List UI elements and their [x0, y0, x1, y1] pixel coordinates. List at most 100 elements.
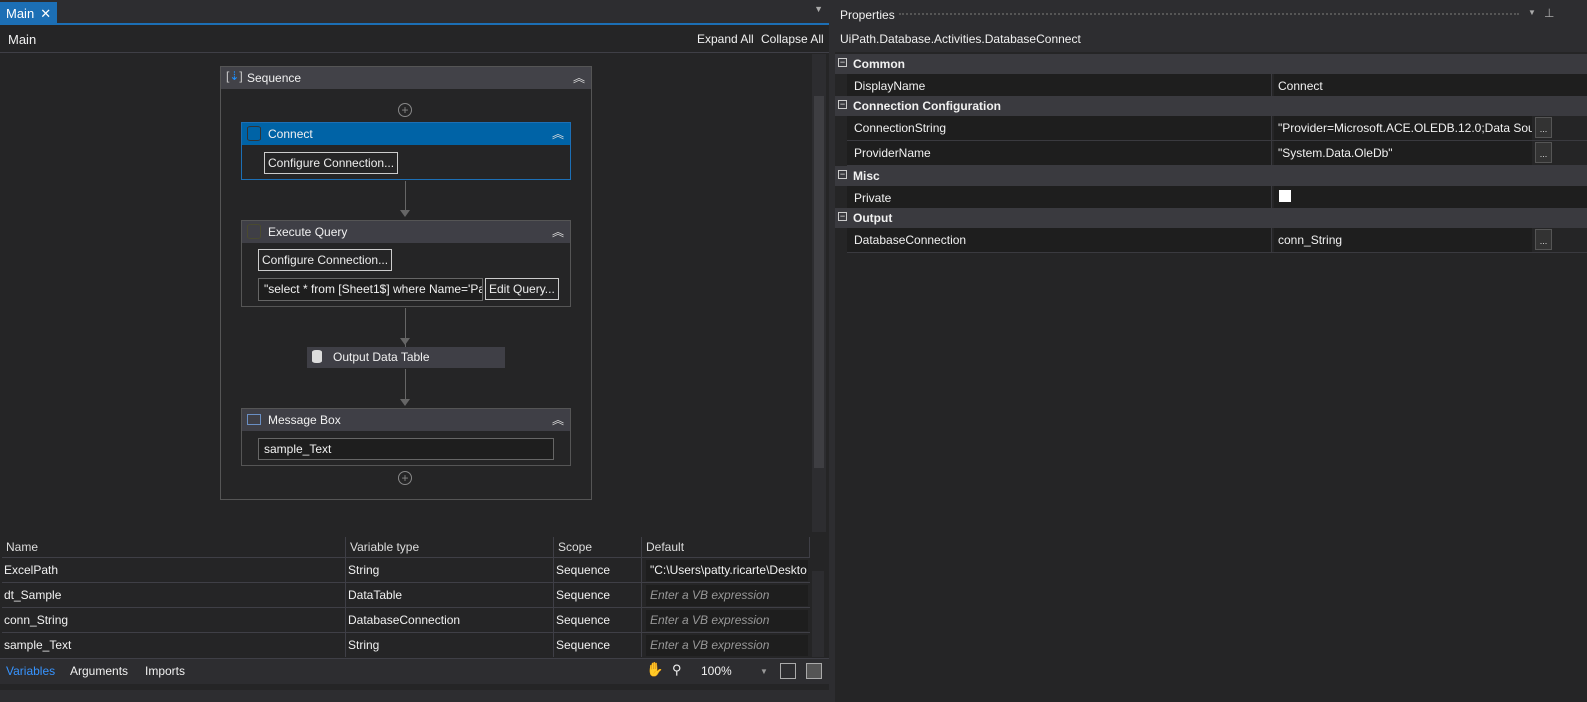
- variable-name[interactable]: dt_Sample: [2, 583, 346, 607]
- message-box-activity[interactable]: Message Box ︽ sample_Text: [241, 408, 571, 466]
- scrollbar-thumb[interactable]: [814, 96, 824, 468]
- connection-string-input[interactable]: "Provider=Microsoft.ACE.OLEDB.12.0;Data …: [1274, 116, 1532, 140]
- property-name: ProviderName: [847, 141, 1272, 165]
- panel-dropdown-icon[interactable]: ▼: [1528, 8, 1536, 17]
- tab-variables[interactable]: Variables: [6, 664, 55, 678]
- variable-name[interactable]: ExcelPath: [2, 558, 346, 582]
- variable-scope[interactable]: Sequence: [554, 608, 642, 632]
- collapse-icon[interactable]: −: [838, 100, 847, 109]
- property-row[interactable]: DatabaseConnection conn_String ...: [847, 228, 1587, 253]
- property-name: DisplayName: [847, 74, 1272, 96]
- variable-scope[interactable]: Sequence: [554, 558, 642, 582]
- category-output[interactable]: − Output: [835, 208, 1587, 228]
- tab-label: Main: [6, 6, 35, 21]
- flow-arrow: [400, 210, 410, 217]
- collapse-icon[interactable]: −: [838, 212, 847, 221]
- fit-to-screen-icon[interactable]: [780, 663, 796, 679]
- zoom-dropdown-icon[interactable]: ▼: [760, 667, 768, 676]
- column-header-type[interactable]: Variable type: [346, 537, 554, 557]
- pin-icon[interactable]: ⊥: [1544, 6, 1554, 20]
- grid-scrollbar[interactable]: [812, 571, 824, 657]
- properties-panel: Properties ▼ ⊥ UiPath.Database.Activitie…: [835, 0, 1587, 702]
- sequence-title: Sequence: [247, 71, 302, 85]
- collapse-icon[interactable]: −: [838, 170, 847, 179]
- connect-title: Connect: [268, 127, 313, 141]
- property-row[interactable]: Private: [847, 186, 1587, 209]
- variable-scope[interactable]: Sequence: [554, 583, 642, 607]
- drag-grip[interactable]: [899, 13, 1519, 15]
- collapse-chevron-icon[interactable]: ︽: [552, 223, 564, 240]
- database-icon: [247, 126, 261, 141]
- column-header-default[interactable]: Default: [642, 537, 810, 557]
- collapse-chevron-icon[interactable]: ︽: [573, 69, 585, 86]
- tab-arguments[interactable]: Arguments: [70, 664, 128, 678]
- variable-type[interactable]: DatabaseConnection: [346, 608, 554, 632]
- database-connection-input[interactable]: conn_String: [1274, 228, 1532, 252]
- connect-activity[interactable]: Connect ︽ Configure Connection...: [241, 122, 571, 180]
- overview-icon[interactable]: [806, 663, 822, 679]
- breadcrumb[interactable]: Main: [8, 32, 36, 47]
- variable-default-input[interactable]: "C:\Users\patty.ricarte\Deskto: [646, 560, 808, 581]
- display-name-input[interactable]: Connect: [1274, 74, 1587, 96]
- variable-default-input[interactable]: Enter a VB expression: [646, 585, 808, 606]
- table-row[interactable]: conn_String DatabaseConnection Sequence …: [2, 607, 810, 632]
- property-row[interactable]: ProviderName "System.Data.OleDb" ...: [847, 141, 1587, 166]
- property-row[interactable]: ConnectionString "Provider=Microsoft.ACE…: [847, 116, 1587, 141]
- provider-name-input[interactable]: "System.Data.OleDb": [1274, 141, 1532, 165]
- collapse-chevron-icon[interactable]: ︽: [552, 411, 564, 428]
- message-box-title: Message Box: [268, 413, 341, 427]
- variable-name[interactable]: conn_String: [2, 608, 346, 632]
- category-label: Output: [853, 211, 893, 225]
- variable-scope[interactable]: Sequence: [554, 633, 642, 657]
- zoom-level[interactable]: 100%: [701, 664, 732, 678]
- canvas-scrollbar[interactable]: [812, 54, 826, 532]
- table-row[interactable]: dt_Sample DataTable Sequence Enter a VB …: [2, 582, 810, 607]
- property-name: DatabaseConnection: [847, 228, 1272, 252]
- workflow-canvas[interactable]: [⇣] Sequence ︽ + Connect ︽ Configure Con…: [2, 54, 812, 532]
- properties-title-bar: Properties ▼ ⊥: [835, 0, 1587, 28]
- variable-default-input[interactable]: Enter a VB expression: [646, 635, 808, 656]
- tab-imports[interactable]: Imports: [145, 664, 185, 678]
- column-header-scope[interactable]: Scope: [554, 537, 642, 557]
- category-connection-configuration[interactable]: − Connection Configuration: [835, 96, 1587, 116]
- property-row[interactable]: DisplayName Connect: [847, 74, 1587, 97]
- variable-default-input[interactable]: Enter a VB expression: [646, 610, 808, 631]
- collapse-icon[interactable]: −: [838, 58, 847, 67]
- configure-connection-button[interactable]: Configure Connection...: [264, 152, 399, 174]
- activity-type: UiPath.Database.Activities.DatabaseConne…: [835, 28, 1587, 52]
- private-checkbox[interactable]: [1279, 190, 1291, 202]
- close-icon[interactable]: ✕: [40, 6, 51, 21]
- variable-type[interactable]: DataTable: [346, 583, 554, 607]
- category-misc[interactable]: − Misc: [835, 166, 1587, 186]
- edit-query-button[interactable]: Edit Query...: [485, 278, 559, 300]
- table-row[interactable]: ExcelPath String Sequence "C:\Users\patt…: [2, 557, 810, 582]
- output-data-table-activity[interactable]: Output Data Table: [307, 347, 505, 368]
- configure-connection-button[interactable]: Configure Connection...: [258, 249, 393, 271]
- tab-main[interactable]: Main ✕: [0, 2, 57, 24]
- property-name: Private: [847, 186, 1272, 208]
- connection-string-ellipsis-button[interactable]: ...: [1535, 117, 1552, 138]
- database-connection-ellipsis-button[interactable]: ...: [1535, 229, 1552, 250]
- category-common[interactable]: − Common: [835, 54, 1587, 74]
- database-icon: [247, 224, 261, 239]
- variable-type[interactable]: String: [346, 558, 554, 582]
- add-activity-icon[interactable]: +: [398, 471, 412, 485]
- hand-icon[interactable]: ✋: [646, 661, 663, 678]
- collapse-all-link[interactable]: Collapse All: [761, 32, 824, 46]
- variable-type[interactable]: String: [346, 633, 554, 657]
- execute-query-activity[interactable]: Execute Query ︽ Configure Connection... …: [241, 220, 571, 307]
- query-input[interactable]: "select * from [Sheet1$] where Name='Pa: [258, 278, 483, 301]
- column-header-name[interactable]: Name: [2, 537, 346, 557]
- zoom-icon[interactable]: ⚲: [672, 662, 682, 678]
- provider-name-ellipsis-button[interactable]: ...: [1535, 142, 1552, 163]
- flow-arrow: [400, 338, 410, 345]
- tab-dropdown-icon[interactable]: ▼: [814, 4, 823, 14]
- expand-all-link[interactable]: Expand All: [697, 32, 754, 46]
- add-activity-icon[interactable]: +: [398, 103, 412, 117]
- sequence-activity[interactable]: [⇣] Sequence ︽ + Connect ︽ Configure Con…: [220, 66, 592, 500]
- variable-name[interactable]: sample_Text: [2, 633, 346, 657]
- collapse-chevron-icon[interactable]: ︽: [552, 125, 564, 142]
- table-row[interactable]: sample_Text String Sequence Enter a VB e…: [2, 632, 810, 657]
- message-text-input[interactable]: sample_Text: [258, 438, 554, 460]
- properties-title: Properties: [840, 8, 895, 22]
